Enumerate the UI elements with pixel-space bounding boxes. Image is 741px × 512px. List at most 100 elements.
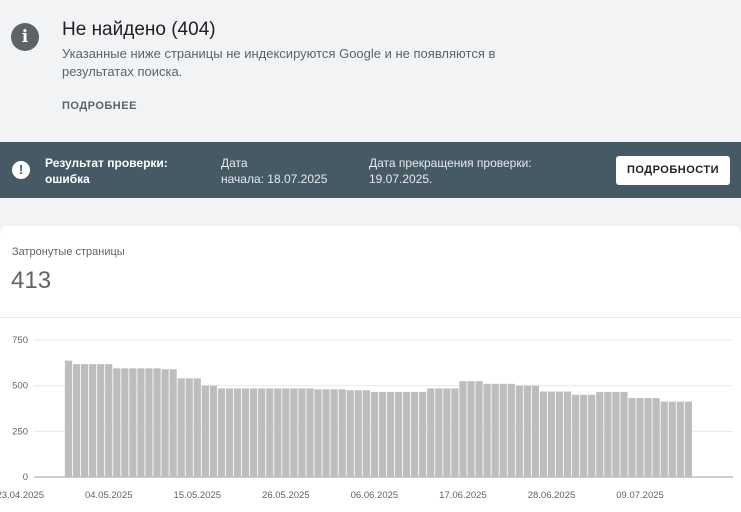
bar: [636, 398, 644, 477]
bar: [572, 394, 580, 477]
x-tick-label: 15.05.2025: [174, 490, 222, 501]
bar: [443, 388, 451, 477]
x-tick-label: 09.07.2025: [616, 490, 664, 501]
bar: [628, 398, 636, 477]
bar: [201, 385, 209, 477]
bar: [113, 368, 121, 477]
bar: [644, 398, 652, 477]
bar: [177, 378, 185, 477]
bar: [72, 364, 81, 477]
bar: [612, 392, 620, 477]
bar: [97, 364, 105, 477]
divider: [0, 317, 741, 318]
bar: [193, 378, 201, 477]
bar: [394, 392, 403, 477]
validation-result: Результат проверки: ошибка: [45, 155, 205, 187]
page-title: Не найдено (404): [62, 19, 216, 40]
x-tick-label: 26.05.2025: [262, 490, 310, 501]
bar: [105, 364, 113, 477]
x-tick-label: 23.04.2025: [0, 490, 44, 501]
bar: [81, 364, 89, 477]
bar: [306, 388, 314, 477]
bar: [153, 368, 161, 477]
start-date-label: Дата: [221, 156, 248, 170]
end-date-label: Дата прекращения проверки:: [369, 156, 532, 170]
learn-more-link[interactable]: ПОДРОБНЕЕ: [62, 100, 137, 112]
bar: [233, 388, 242, 477]
bar: [314, 389, 322, 477]
bar: [684, 401, 692, 477]
bar: [660, 401, 668, 477]
bar: [322, 389, 330, 477]
bar: [531, 385, 539, 477]
bar: [676, 401, 684, 477]
bar: [330, 389, 338, 477]
x-tick-label: 04.05.2025: [85, 490, 133, 501]
bar: [274, 388, 282, 477]
bar: [403, 392, 411, 477]
bar: [419, 392, 427, 477]
bar: [427, 388, 435, 477]
bar: [266, 388, 274, 477]
bar: [217, 388, 226, 477]
x-tick-label: 06.06.2025: [351, 490, 399, 501]
bar: [411, 392, 419, 477]
info-icon: i: [11, 23, 39, 51]
bar: [185, 378, 193, 477]
bar: [564, 391, 572, 477]
bar: [499, 383, 507, 477]
x-tick-label: 17.06.2025: [439, 490, 487, 501]
validation-result-value: ошибка: [45, 172, 90, 186]
y-tick-label: 500: [12, 381, 28, 392]
bar: [209, 385, 217, 477]
bar: [282, 388, 290, 477]
bar: [378, 392, 387, 477]
bar: [604, 392, 612, 477]
validation-start-date: Дата начала: 18.07.2025: [221, 155, 361, 187]
bar: [386, 392, 395, 477]
bar: [668, 401, 676, 477]
bar: [129, 368, 137, 477]
alert-circle-icon: !: [12, 161, 30, 179]
bar: [121, 368, 129, 477]
x-tick-label: 28.06.2025: [528, 490, 576, 501]
bar: [250, 388, 258, 477]
bar: [225, 388, 234, 477]
bar: [298, 388, 306, 477]
bar: [137, 368, 145, 477]
affected-pages-label: Затронутые страницы: [12, 246, 125, 258]
bar: [338, 389, 346, 477]
bar: [596, 392, 604, 477]
bar: [451, 388, 459, 477]
bar: [145, 368, 153, 477]
end-date-value: 19.07.2025.: [369, 172, 433, 186]
bar: [258, 388, 266, 477]
bar: [64, 360, 73, 477]
bar: [475, 381, 483, 477]
bar: [370, 392, 378, 477]
bar: [547, 391, 556, 477]
bar: [89, 364, 97, 477]
bar: [346, 390, 354, 477]
bar: [459, 381, 467, 477]
bar: [555, 391, 564, 477]
y-tick-label: 250: [12, 426, 28, 437]
y-tick-label: 0: [23, 472, 28, 483]
bar: [242, 388, 250, 477]
bar: [161, 369, 169, 477]
bar: [169, 369, 177, 477]
bar: [580, 394, 588, 477]
validation-result-label: Результат проверки:: [45, 156, 168, 170]
bar: [354, 390, 362, 477]
bar: [652, 398, 660, 477]
bar: [467, 381, 475, 477]
bar: [435, 388, 443, 477]
validation-end-date: Дата прекращения проверки: 19.07.2025.: [369, 155, 559, 187]
affected-pages-count: 413: [11, 267, 52, 294]
bar: [362, 390, 370, 477]
bar: [620, 392, 628, 477]
bar: [539, 391, 548, 477]
bar: [523, 385, 531, 477]
issue-header: i Не найдено (404) Указанные ниже страни…: [0, 0, 741, 142]
details-button[interactable]: ПОДРОБНОСТИ: [616, 156, 730, 185]
